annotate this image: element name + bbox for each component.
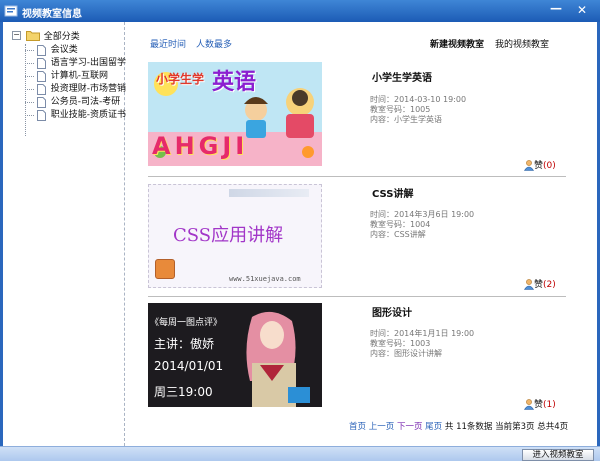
thumbnail-graphic-design[interactable]: 《每周一图点评》 主讲：傲娇 2014/01/01 周三19:00 xyxy=(148,303,322,407)
pagination: 首页 上一页 下一页 尾页 共 11条数据 当前第3页 总共4页 xyxy=(349,420,568,432)
thumb-text: www.51xuejava.com xyxy=(229,275,301,283)
like-label: 赞 xyxy=(534,400,544,410)
thumb-text: AHGJI xyxy=(152,132,249,160)
tree-item-label: 公务员-司法-考研 xyxy=(50,97,121,107)
user-icon xyxy=(524,160,534,171)
tree-item-computer[interactable]: 计算机-互联网 xyxy=(25,70,108,82)
tree-item-civil-service[interactable]: 公务员-司法-考研 xyxy=(25,96,120,108)
card-content: 内容：CSS讲解 xyxy=(370,230,426,239)
category-tree: − 全部分类 会议类 语言学习-出国留学 计算机-互联网 投资理财-市场营销 公… xyxy=(3,22,126,446)
minimize-button[interactable]: — xyxy=(546,2,566,18)
card-time: 时间：2014-03-10 19:00 xyxy=(370,95,467,104)
tree-root-label: 全部分类 xyxy=(43,32,80,42)
tree-item-label: 职业技能-资质证书 xyxy=(50,110,126,120)
prev-page-link[interactable]: 上一页 xyxy=(369,422,395,432)
card-time: 时间：2014年3月6日 19:00 xyxy=(370,210,475,219)
thumbnail-css[interactable]: CSS应用讲解 www.51xuejava.com xyxy=(148,184,322,288)
sort-recent-link[interactable]: 最近时间 xyxy=(150,37,186,50)
thumb-text: 英语 xyxy=(212,70,257,95)
thumb-text: 《每周一图点评》 xyxy=(150,318,223,328)
pager-summary-prefix: 共 xyxy=(444,422,454,432)
like-button[interactable]: 赞(2) xyxy=(524,277,556,290)
card-room-number: 教室号码：1003 xyxy=(370,339,431,348)
like-count: (2) xyxy=(543,280,556,290)
pager-current: 当前第3页 xyxy=(495,422,535,432)
document-icon xyxy=(36,57,46,69)
pager-total: 11条数据 xyxy=(456,422,493,432)
card-content: 内容：图形设计讲解 xyxy=(370,349,442,358)
document-icon xyxy=(36,70,46,82)
user-icon xyxy=(524,279,534,290)
collapse-icon[interactable]: − xyxy=(12,31,21,40)
thumb-text: 小学生学 xyxy=(156,72,205,86)
tree-item-label: 投资理财-市场营销 xyxy=(50,84,126,94)
main-panel: 最近时间 人数最多 新建视频教室 我的视频教室 小学生学 英语 AHGJI 小学… xyxy=(126,22,594,446)
thumb-text: 2014/01/01 xyxy=(154,359,224,373)
like-count: (0) xyxy=(543,161,556,171)
tree-item-label: 语言学习-出国留学 xyxy=(50,58,126,68)
like-label: 赞 xyxy=(534,161,544,171)
document-icon xyxy=(36,96,46,108)
tree-item-meeting[interactable]: 会议类 xyxy=(25,44,78,56)
classroom-card[interactable]: 小学生学 英语 AHGJI 小学生学英语 时间：2014-03-10 19:00… xyxy=(148,62,566,180)
like-count: (1) xyxy=(543,400,556,410)
status-bar xyxy=(0,446,600,461)
new-classroom-link[interactable]: 新建视频教室 xyxy=(430,37,484,50)
window-title: 视频教室信息 xyxy=(22,9,82,20)
tree-item-investment[interactable]: 投资理财-市场营销 xyxy=(25,83,126,95)
thumb-text: CSS应用讲解 xyxy=(173,225,284,246)
document-icon xyxy=(36,44,46,56)
close-button[interactable]: ✕ xyxy=(570,3,594,18)
card-title[interactable]: 小学生学英语 xyxy=(372,69,432,84)
tree-item-vocational[interactable]: 职业技能-资质证书 xyxy=(25,109,126,121)
user-icon xyxy=(524,399,534,410)
thumbnail-english[interactable]: 小学生学 英语 AHGJI xyxy=(148,62,322,166)
card-room-number: 教室号码：1005 xyxy=(370,105,431,114)
document-icon xyxy=(36,83,46,95)
card-title[interactable]: 图形设计 xyxy=(372,304,412,319)
classroom-card[interactable]: CSS应用讲解 www.51xuejava.com CSS讲解 时间：2014年… xyxy=(148,184,566,302)
card-content: 内容：小学生学英语 xyxy=(370,115,442,124)
like-button[interactable]: 赞(1) xyxy=(524,397,556,410)
like-label: 赞 xyxy=(534,280,544,290)
classroom-card[interactable]: 《每周一图点评》 主讲：傲娇 2014/01/01 周三19:00 图形设计 时… xyxy=(148,303,566,421)
first-page-link[interactable]: 首页 xyxy=(349,422,366,432)
tree-root[interactable]: − 全部分类 xyxy=(12,29,80,43)
folder-icon xyxy=(25,31,40,41)
thumb-text: 主讲：傲娇 xyxy=(154,337,215,351)
tree-item-label: 计算机-互联网 xyxy=(50,71,108,81)
last-page-link[interactable]: 尾页 xyxy=(425,422,442,432)
thumb-text: 周三19:00 xyxy=(154,385,213,399)
card-divider xyxy=(148,176,566,177)
document-icon xyxy=(36,109,46,121)
next-page-link[interactable]: 下一页 xyxy=(397,422,423,432)
my-classroom-link[interactable]: 我的视频教室 xyxy=(495,37,549,50)
window-icon xyxy=(4,5,18,17)
enter-classroom-button[interactable]: 进入视频教室 xyxy=(522,449,594,461)
tree-item-label: 会议类 xyxy=(50,45,78,55)
card-title[interactable]: CSS讲解 xyxy=(372,185,413,200)
sort-popular-link[interactable]: 人数最多 xyxy=(196,37,232,50)
pager-pages: 总共4页 xyxy=(537,422,569,432)
tree-item-language[interactable]: 语言学习-出国留学 xyxy=(25,57,126,69)
play-icon xyxy=(155,259,175,279)
like-button[interactable]: 赞(0) xyxy=(524,158,556,171)
card-room-number: 教室号码：1004 xyxy=(370,220,431,229)
card-time: 时间：2014年1月1日 19:00 xyxy=(370,329,475,338)
title-bar: 视频教室信息 — ✕ xyxy=(0,0,600,22)
card-divider xyxy=(148,296,566,297)
